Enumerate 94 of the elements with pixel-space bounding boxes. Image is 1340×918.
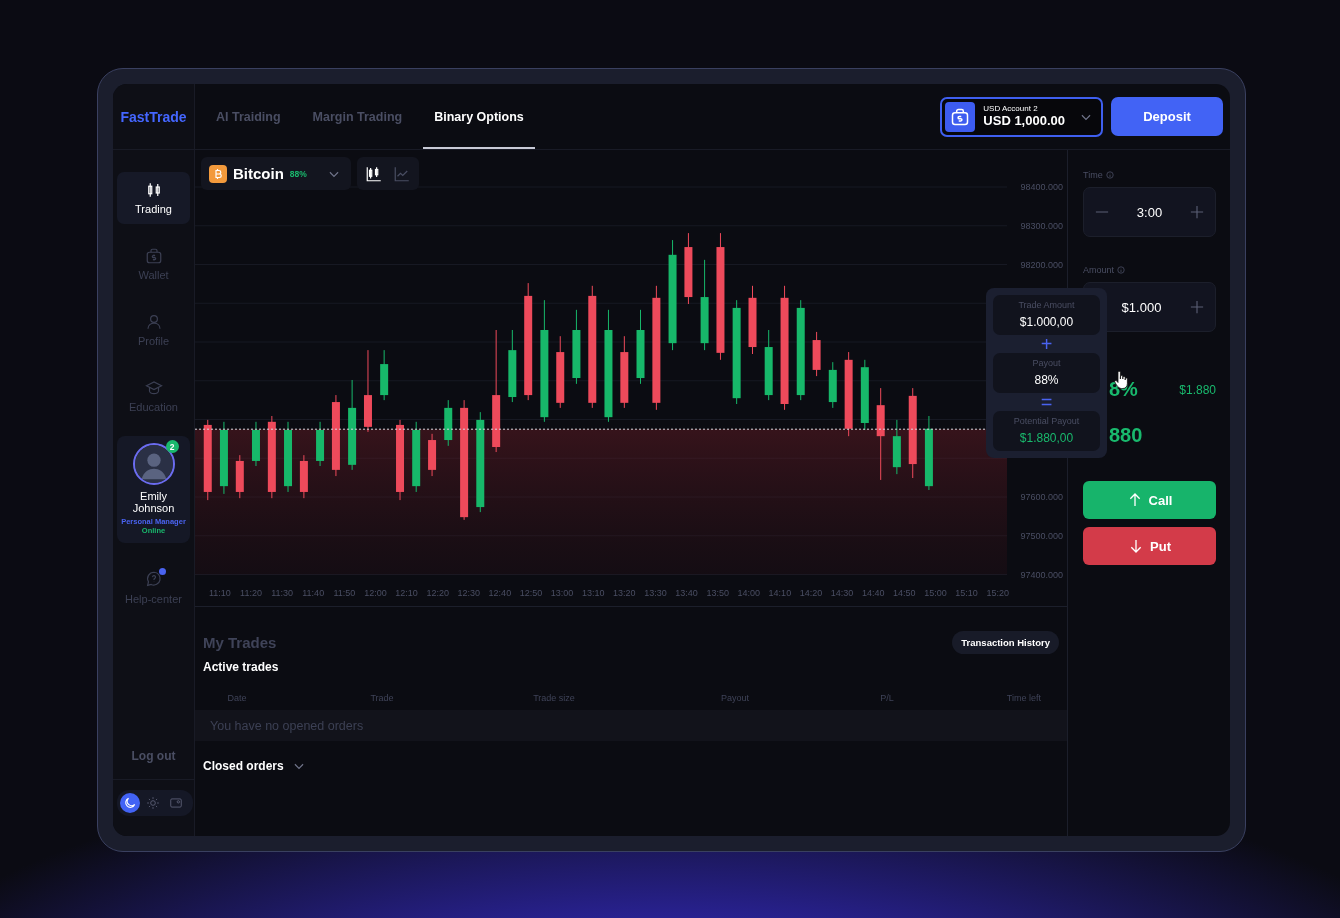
asset-payout: 88% (289, 168, 307, 179)
account-name: USD Account 2 (983, 104, 1039, 114)
time-axis-label: 12:30 (457, 588, 481, 598)
time-axis-label: 13:00 (550, 588, 574, 598)
time-axis-label: 14:00 (737, 588, 761, 598)
time-axis-label: 13:30 (644, 588, 667, 598)
candle (412, 421, 421, 493)
time-axis-label: 14:30 (830, 588, 854, 598)
column-header: Trade size (532, 693, 576, 703)
time-axis-label: 12:10 (395, 588, 418, 598)
time-axis-label: 14:50 (893, 588, 916, 598)
time-axis-label: 12:40 (488, 588, 512, 598)
wallet-icon (144, 247, 163, 265)
candle (812, 331, 821, 377)
info-icon (1105, 171, 1114, 179)
nav-tab[interactable]: Binary Options (423, 86, 535, 149)
user-icon (144, 313, 163, 331)
candle (428, 433, 437, 477)
price-axis-label: 98300.000 (1020, 220, 1063, 231)
time-field[interactable]: 3:00 (1083, 187, 1216, 237)
column-header: Date (226, 693, 248, 703)
candle (316, 421, 325, 467)
candle (252, 421, 260, 467)
candle (892, 419, 901, 475)
call-button[interactable]: Call (1083, 481, 1216, 519)
time-axis-label: 11:30 (271, 588, 294, 598)
price-axis-label: 98200.000 (1020, 259, 1063, 270)
operator-sign: = (1040, 393, 1053, 411)
field-label: Time (1083, 170, 1103, 180)
column-header: P/L (879, 693, 895, 703)
time-axis-label: 13:10 (581, 588, 605, 598)
time-axis-label: 11:10 (208, 588, 231, 598)
time-axis-label: 12:00 (364, 588, 387, 598)
bitcoin-icon (209, 164, 227, 183)
field-label: Amount (1083, 265, 1115, 275)
asset-selector[interactable]: Bitcoin 88% (201, 157, 351, 190)
time-axis-label: 14:40 (861, 588, 885, 598)
arrow-down-icon (1128, 538, 1144, 554)
price-axis-label: 97400.000 (1020, 569, 1063, 580)
time-axis-label: 14:10 (768, 588, 792, 598)
time-axis-label: 14:20 (799, 588, 823, 598)
account-selector[interactable]: USD Account 2 USD 1,000.00 (940, 96, 1103, 137)
account-balance: USD 1,000.00 (983, 113, 1065, 129)
payout-amount: $1.880 (1179, 382, 1216, 397)
column-header: Time left (1005, 693, 1042, 703)
sidebar-item[interactable]: Trading (117, 172, 190, 224)
time-axis-label: 15:20 (986, 588, 1009, 598)
time-axis-label: 12:50 (519, 588, 543, 598)
candle (764, 329, 773, 401)
tooltip-label: Trade Amount (1018, 300, 1075, 310)
closed-orders-toggle[interactable]: Closed orders (203, 759, 306, 773)
manager-name: Emily Johnson (131, 491, 176, 515)
asset-name: Bitcoin (233, 165, 284, 182)
candle (748, 285, 757, 355)
price-axis-label: 98400.000 (1020, 182, 1063, 192)
avatar (132, 443, 175, 485)
time-axis-label: 11:40 (302, 588, 325, 598)
time-axis-label: 11:50 (333, 588, 356, 598)
time-axis-label: 15:00 (924, 588, 947, 598)
time-axis-label: 13:40 (675, 588, 698, 598)
candle (380, 349, 389, 401)
info-icon (1117, 266, 1126, 274)
transaction-history-button[interactable]: Transaction History (952, 631, 1059, 654)
notification-badge: 2 (165, 440, 179, 453)
moon-icon[interactable] (120, 793, 140, 813)
help-chat-icon (144, 570, 163, 589)
column-header: Trade (369, 693, 395, 703)
candle (284, 421, 292, 493)
tooltip-label: Potential Payout (1013, 416, 1080, 426)
price-axis-label: 97600.000 (1020, 492, 1063, 502)
price-axis-label: 97500.000 (1020, 530, 1063, 541)
tooltip-value: $1.880,00 (1019, 431, 1074, 445)
candle (444, 399, 453, 447)
time-axis-label: 12:20 (426, 588, 449, 598)
tooltip-value: 88% (1034, 373, 1059, 387)
time-axis-label: 13:20 (613, 588, 636, 598)
candle (828, 361, 837, 409)
time-axis-label: 15:10 (955, 588, 978, 598)
candle (299, 454, 308, 499)
operator-sign: + (1040, 335, 1053, 353)
graduation-cap-icon (144, 379, 163, 397)
tooltip-value: $1.000,00 (1019, 315, 1074, 329)
tooltip-label: Payout (1032, 358, 1061, 368)
time-axis-label: 13:50 (706, 588, 729, 598)
column-header: Payout (720, 693, 750, 703)
section-title: My Trades (203, 634, 277, 651)
put-button[interactable]: Put (1083, 527, 1216, 565)
section-subtitle: Active trades (203, 660, 280, 674)
wallet-icon (945, 101, 976, 132)
deposit-button[interactable]: Deposit (1111, 97, 1223, 136)
time-axis-label: 11:20 (240, 588, 262, 598)
candle (860, 359, 869, 431)
profit-amount: 880 (1108, 424, 1144, 447)
candle (235, 454, 244, 499)
